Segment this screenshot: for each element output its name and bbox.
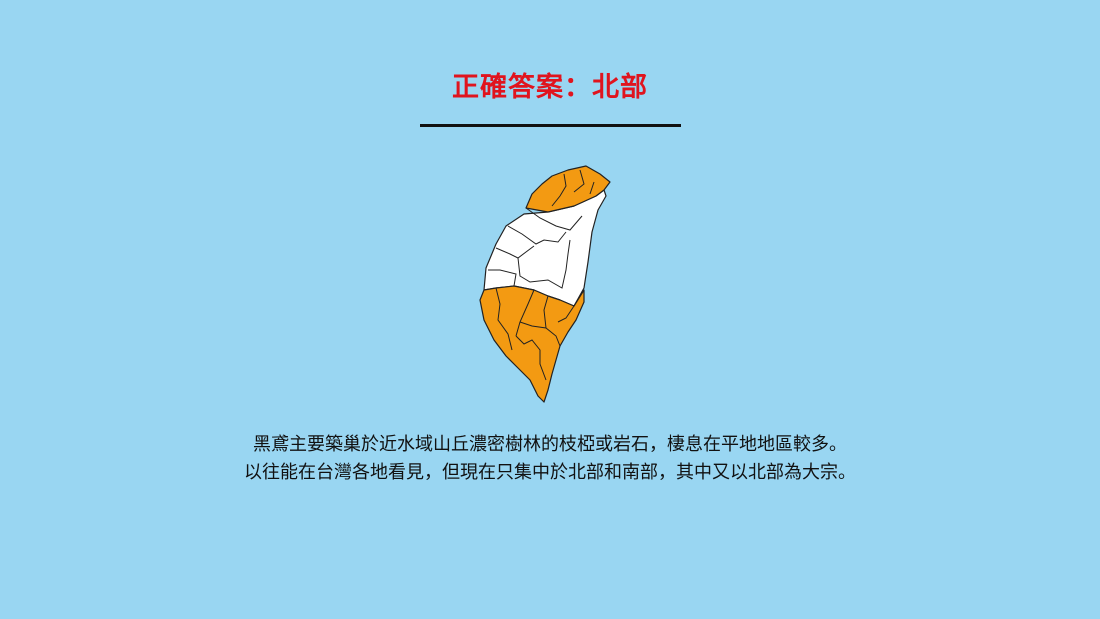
explanation-line-1: 黑鳶主要築巢於近水域山丘濃密樹林的枝椏或岩石，棲息在平地地區較多。: [253, 434, 847, 455]
answer-title: 正確答案：北部: [452, 72, 648, 103]
explanation-text: 黑鳶主要築巢於近水域山丘濃密樹林的枝椏或岩石，棲息在平地地區較多。 以往能在台灣…: [0, 431, 1100, 487]
explanation-line-2: 以往能在台灣各地看見，但現在只集中於北部和南部，其中又以北部為大宗。: [244, 462, 856, 483]
title-divider: [420, 124, 681, 127]
map-region-south: [479, 285, 585, 403]
taiwan-map-icon: [479, 165, 611, 403]
